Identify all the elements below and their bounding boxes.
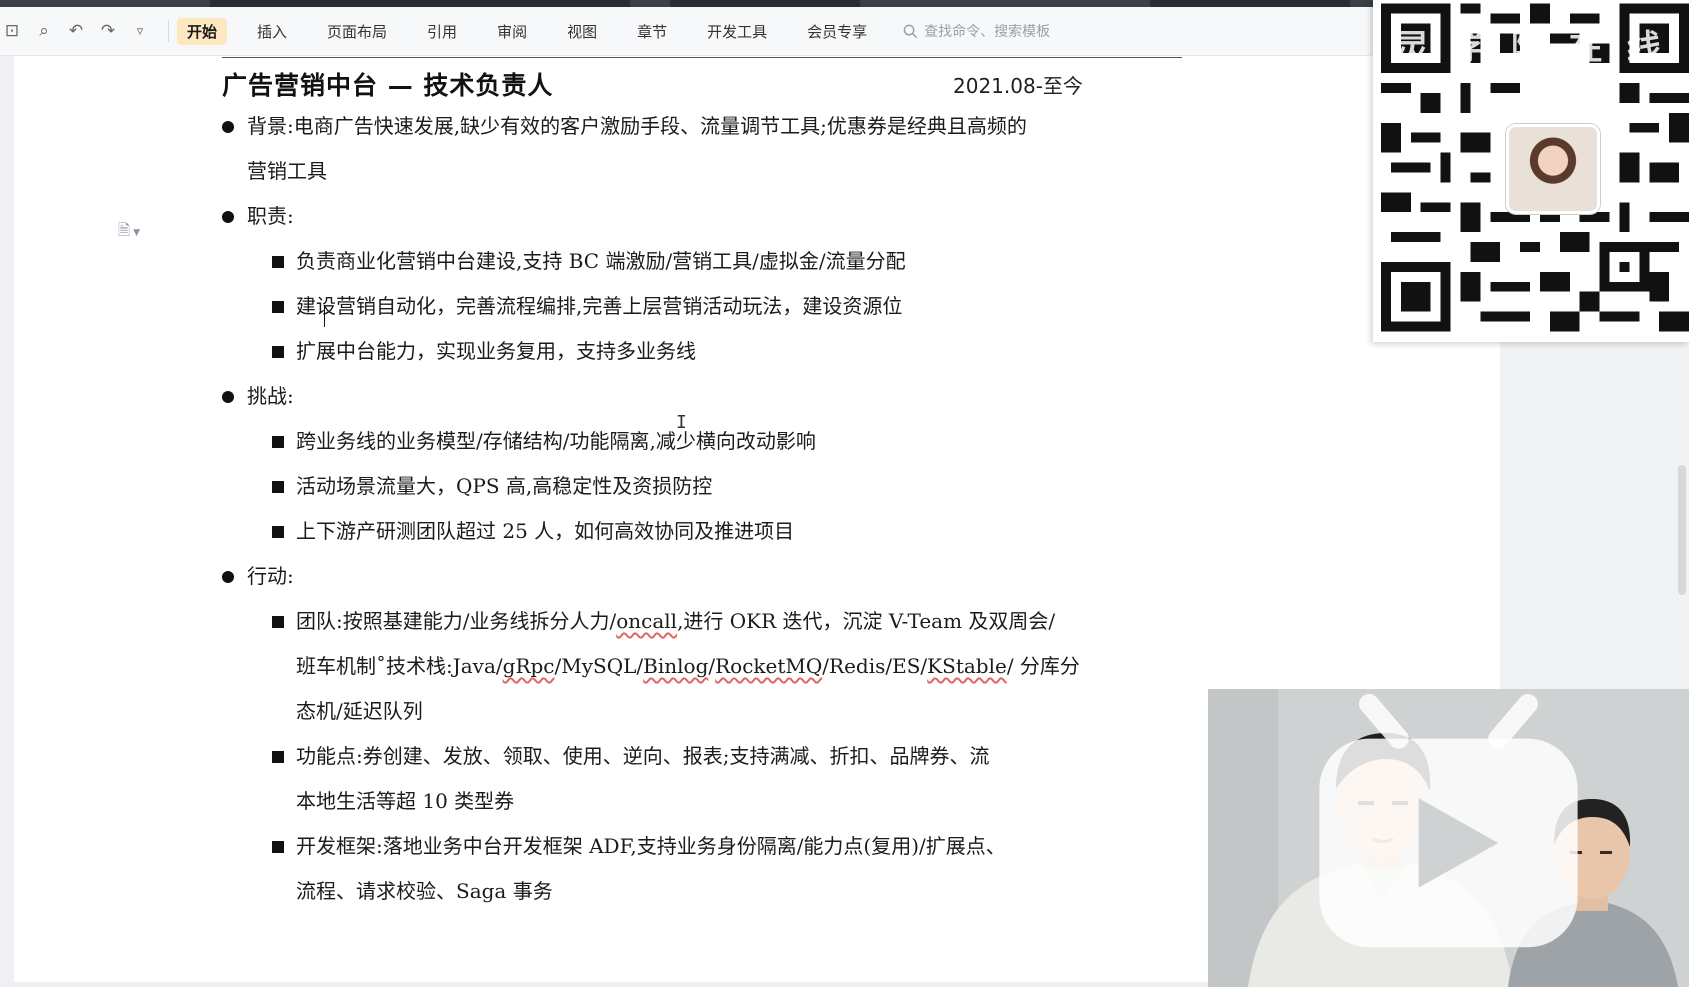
spellcheck-word: gRpc <box>502 654 555 678</box>
tab-section[interactable]: 章节 <box>627 18 677 45</box>
bullet-dot <box>222 391 234 403</box>
action-team-text: 态机/延迟队列 <box>296 699 423 723</box>
redo-icon[interactable]: ↷ <box>98 21 118 41</box>
bullet-square <box>272 346 284 358</box>
search-placeholder: 查找命令、搜索模板 <box>924 24 1051 40</box>
sub-list-item: 扩展中台能力，实现业务复用，支持多业务线 <box>222 329 1322 374</box>
bullet-square <box>272 751 284 763</box>
play-badge-icon[interactable] <box>1208 689 1689 987</box>
chevron-down-icon: ▼ <box>133 228 140 238</box>
command-search[interactable]: 查找命令、搜索模板 <box>903 21 1050 41</box>
list-item-duty: 职责: <box>222 194 1322 239</box>
tab-review[interactable]: 审阅 <box>487 18 537 45</box>
header-rule <box>222 57 1182 58</box>
sub-list-item: 上下游产研测团队超过 25 人，如何高效协同及推进项目 <box>222 509 1322 554</box>
section-title-row: 广告营销中台 — 技术负责人 2021.08-至今 <box>222 62 1322 104</box>
list-item-continuation: 班车机制˚技术栈:Java/gRpc/MySQL/Binlog/RocketMQ… <box>222 644 1322 689</box>
duty-text: 负责商业化营销中台建设,支持 BC 端激励/营销工具/虚拟金/流量分配 <box>296 249 906 273</box>
list-item-action: 行动: <box>222 554 1322 599</box>
undo-icon[interactable]: ↶ <box>66 21 86 41</box>
action-team-text: /MySQL/ <box>554 654 644 678</box>
sub-list-item: 跨业务线的业务模型/存储结构/功能隔离,减少横向改动影响 <box>222 419 1322 464</box>
spellcheck-word: oncall <box>616 609 678 633</box>
ribbon-toolbar: ⊡ ⌕ ↶ ↷ ▿ 开始 插入 页面布局 引用 审阅 视图 章节 开发工具 会员… <box>0 7 1370 56</box>
duty-text: 建设营销自动化，完善流程编排,完善上层营销活动玩法，建设资源位 <box>296 294 903 318</box>
bullet-square <box>272 436 284 448</box>
spellcheck-word: Binlog <box>643 654 709 678</box>
vertical-scrollbar[interactable] <box>1678 465 1686 595</box>
action-team-text: 团队:按照基建能力/业务线拆分人力/ <box>296 609 617 633</box>
bullet-square <box>272 301 284 313</box>
sub-list-item: 团队:按照基建能力/业务线拆分人力/oncall,进行 OKR 迭代，沉淀 V-… <box>222 599 1322 644</box>
action-team-text: 班车机制˚技术栈:Java/ <box>296 654 503 678</box>
bullet-square <box>272 616 284 628</box>
background-text-cont: 营销工具 <box>247 159 327 183</box>
action-team-text: ,进行 OKR 迭代，沉淀 V-Team 及双周会/ <box>677 609 1056 633</box>
action-heading: 行动: <box>247 564 294 588</box>
text-cursor-icon: I <box>676 412 687 433</box>
print-preview-icon[interactable]: ⌕ <box>34 21 54 41</box>
document-icon[interactable]: 🗎 ▼ <box>118 220 140 245</box>
bullet-square <box>272 841 284 853</box>
list-item-continuation: 流程、请求校验、Saga 事务 <box>222 869 1322 914</box>
tab-view[interactable]: 视图 <box>557 18 607 45</box>
quick-access-toolbar: ⊡ ⌕ ↶ ↷ ▿ <box>0 21 150 41</box>
sub-list-item: 功能点:券创建、发放、领取、使用、逆向、报表;支持满减、折扣、品牌券、流 <box>222 734 1322 779</box>
sub-list-item: 负责商业化营销中台建设,支持 BC 端激励/营销工具/虚拟金/流量分配 <box>222 239 1322 284</box>
tab-page-layout[interactable]: 页面布局 <box>317 18 397 45</box>
section-title: 广告营销中台 — 技术负责人 <box>222 71 554 100</box>
text-caret <box>324 305 325 327</box>
action-fw-text: 开发框架:落地业务中台开发框架 ADF,支持业务身份隔离/能力点(复用)/扩展点… <box>296 834 1006 858</box>
tab-insert[interactable]: 插入 <box>247 18 297 45</box>
challenge-text: 跨业务线的业务模型/存储结构/功能隔离,减少横向改动影响 <box>296 429 816 453</box>
bullet-dot <box>222 121 234 133</box>
list-item-continuation: 本地生活等超 10 类型券 <box>222 779 1322 824</box>
action-team-text: /Redis/ES/ <box>822 654 928 678</box>
list-item-challenge: 挑战: <box>222 374 1322 419</box>
bullet-square <box>272 526 284 538</box>
tab-home[interactable]: 开始 <box>177 17 228 45</box>
toolbar-divider <box>168 20 169 42</box>
challenge-text: 上下游产研测团队超过 25 人，如何高效协同及推进项目 <box>296 519 795 543</box>
list-item-continuation: 营销工具 <box>222 149 1322 194</box>
search-icon <box>903 24 918 38</box>
bullet-square <box>272 256 284 268</box>
tab-member[interactable]: 会员专享 <box>797 18 877 45</box>
spellcheck-word: KStable <box>927 654 1007 678</box>
bullet-dot <box>222 211 234 223</box>
action-func-text: 本地生活等超 10 类型券 <box>296 789 515 813</box>
save-icon[interactable]: ⊡ <box>2 21 22 41</box>
spellcheck-word: RocketMQ <box>715 654 823 678</box>
more-icon[interactable]: ▿ <box>130 24 150 39</box>
avatar <box>1506 124 1600 214</box>
bullet-dot <box>222 571 234 583</box>
challenge-text: 活动场景流量大，QPS 高,高稳定性及资损防控 <box>296 474 713 498</box>
list-item-background: 背景:电商广告快速发展,缺少有效的客户激励手段、流量调节工具;优惠券是经典且高频… <box>222 104 1322 149</box>
bullet-square <box>272 481 284 493</box>
background-text: 背景:电商广告快速发展,缺少有效的客户激励手段、流量调节工具;优惠券是经典且高频… <box>247 114 1027 138</box>
duty-text: 扩展中台能力，实现业务复用，支持多业务线 <box>296 339 696 363</box>
sub-list-item: 开发框架:落地业务中台开发框架 ADF,支持业务身份隔离/能力点(复用)/扩展点… <box>222 824 1322 869</box>
webcam-video-overlay <box>1208 689 1689 987</box>
duty-heading: 职责: <box>247 204 294 228</box>
tab-developer[interactable]: 开发工具 <box>697 18 777 45</box>
sub-list-item: 建设营销自动化，完善流程编排,完善上层营销活动玩法，建设资源位 <box>222 284 1322 329</box>
section-date: 2021.08-至今 <box>953 74 1083 98</box>
watermark-text: 灵 学 院 在 线 <box>1395 28 1667 68</box>
qr-code-overlay: 灵 学 院 在 线 <box>1373 0 1689 342</box>
document-body[interactable]: 广告营销中台 — 技术负责人 2021.08-至今 背景:电商广告快速发展,缺少… <box>222 62 1322 914</box>
action-team-text: / 分库分 <box>1006 654 1080 678</box>
action-func-text: 功能点:券创建、发放、领取、使用、逆向、报表;支持满减、折扣、品牌券、流 <box>296 744 990 768</box>
challenge-heading: 挑战: <box>247 384 294 408</box>
tab-references[interactable]: 引用 <box>417 18 467 45</box>
list-item-continuation: 态机/延迟队列 <box>222 689 1322 734</box>
action-fw-text: 流程、请求校验、Saga 事务 <box>296 879 553 903</box>
sub-list-item: 活动场景流量大，QPS 高,高稳定性及资损防控 <box>222 464 1322 509</box>
